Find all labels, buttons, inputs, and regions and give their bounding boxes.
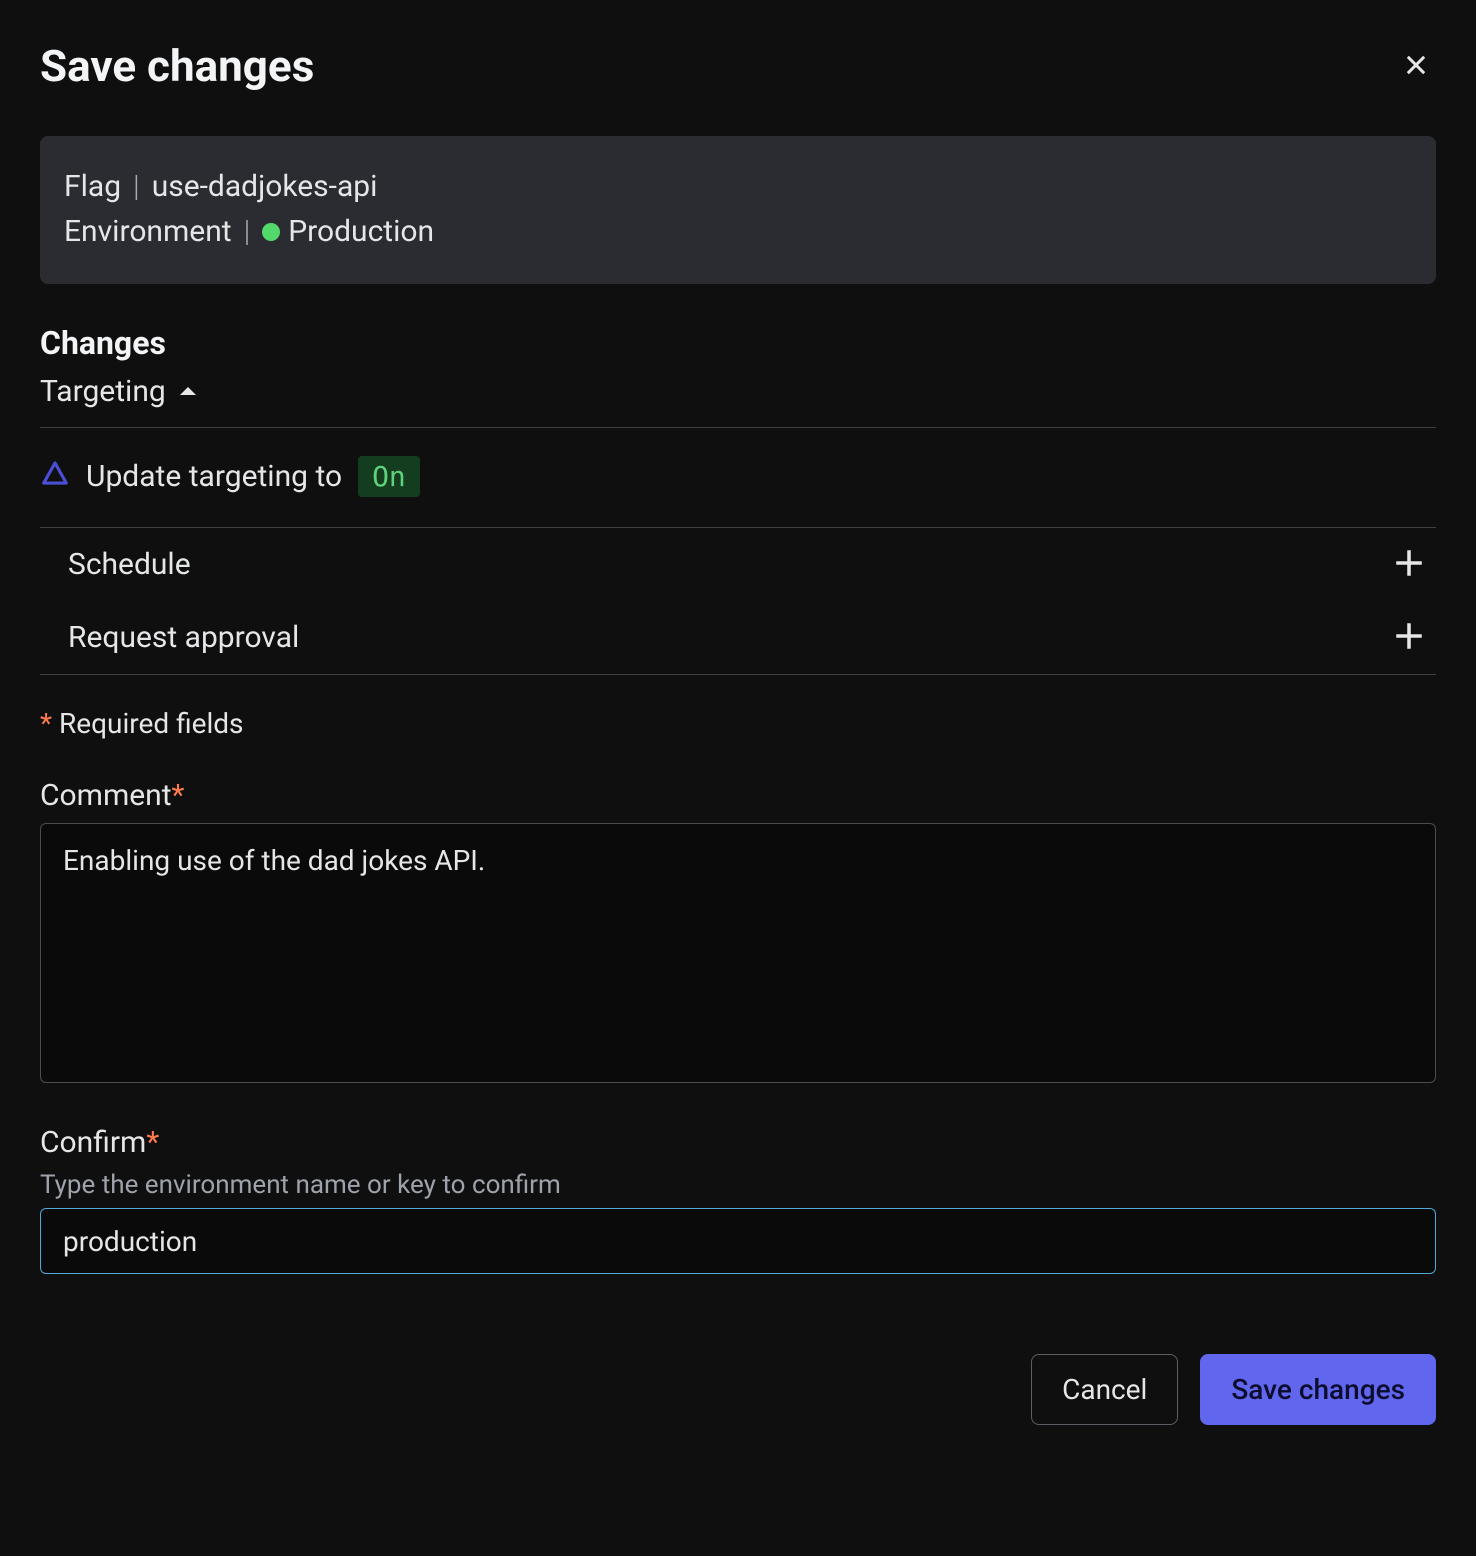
change-text: Update targeting to [86, 459, 342, 494]
environment-value: Production [288, 209, 434, 254]
required-note-text: Required fields [59, 707, 244, 740]
change-item: Update targeting to On [40, 428, 1436, 527]
schedule-add-button[interactable] [1392, 546, 1426, 583]
context-box: Flag | use-dadjokes-api Environment | Pr… [40, 136, 1436, 284]
confirm-hint: Type the environment name or key to conf… [40, 1170, 1436, 1200]
action-list: Schedule Request approval [40, 527, 1436, 675]
plus-icon [1392, 619, 1426, 656]
environment-label: Environment [64, 209, 232, 254]
chevron-up-icon [176, 380, 200, 404]
confirm-label: Confirm* [40, 1125, 1436, 1160]
approval-add-button[interactable] [1392, 619, 1426, 656]
comment-label: Comment* [40, 778, 1436, 813]
plus-icon [1392, 546, 1426, 583]
schedule-row[interactable]: Schedule [40, 528, 1436, 601]
asterisk-icon: * [146, 1125, 159, 1160]
comment-textarea[interactable] [40, 823, 1436, 1083]
flag-value: use-dadjokes-api [152, 164, 378, 209]
modal-footer: Cancel Save changes [40, 1354, 1436, 1425]
confirm-label-text: Confirm [40, 1125, 146, 1160]
close-icon [1402, 51, 1430, 82]
status-dot-icon [262, 223, 280, 241]
environment-row: Environment | Production [64, 209, 1412, 254]
asterisk-icon: * [40, 707, 52, 740]
save-changes-modal: Save changes Flag | use-dadjokes-api Env… [0, 0, 1476, 1465]
required-note: * Required fields [40, 707, 1436, 740]
flag-label: Flag [64, 164, 121, 209]
on-badge: On [358, 456, 420, 497]
save-button[interactable]: Save changes [1200, 1354, 1436, 1425]
request-approval-label: Request approval [68, 620, 299, 655]
triangle-outline-icon [40, 458, 70, 496]
modal-title: Save changes [40, 40, 314, 92]
cancel-button[interactable]: Cancel [1031, 1354, 1178, 1425]
asterisk-icon: * [172, 778, 185, 813]
close-button[interactable] [1396, 45, 1436, 88]
comment-label-text: Comment [40, 778, 172, 813]
schedule-label: Schedule [68, 547, 191, 582]
confirm-input[interactable] [40, 1208, 1436, 1274]
targeting-label: Targeting [40, 374, 166, 409]
modal-header: Save changes [40, 40, 1436, 92]
targeting-section-toggle[interactable]: Targeting [40, 374, 1436, 428]
flag-row: Flag | use-dadjokes-api [64, 164, 1412, 209]
changes-heading: Changes [40, 324, 1436, 362]
request-approval-row[interactable]: Request approval [40, 601, 1436, 674]
separator: | [133, 164, 140, 209]
separator: | [244, 209, 251, 254]
